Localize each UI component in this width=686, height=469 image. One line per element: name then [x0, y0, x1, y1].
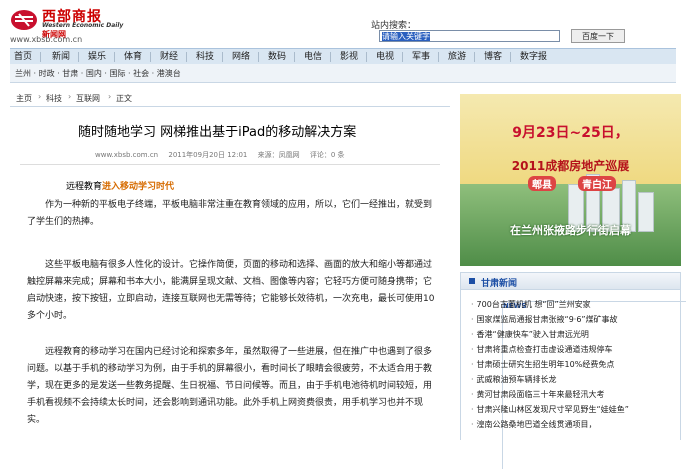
- article-paragraph: 远程教育的移动学习在国内已经讨论和探索多年，虽然取得了一些进展，但在推广中也遇到…: [27, 347, 433, 425]
- news-link[interactable]: 国家煤监局通报甘肃张掖“9·6”煤矿事故: [471, 314, 618, 325]
- news-panel-title[interactable]: 甘肃新闻: [481, 276, 517, 289]
- article-meta: www.xbsb.com.cn 2011年09月20日 12:01 来源：凤凰网…: [95, 150, 353, 160]
- news-link[interactable]: 武威粮油预车辆排长龙: [471, 374, 557, 385]
- square-bullet-icon: [469, 278, 475, 284]
- nav-item-film[interactable]: 影视: [340, 49, 358, 65]
- nav-item-digital[interactable]: 数码: [268, 49, 286, 65]
- search-button[interactable]: 百度一下: [571, 29, 625, 43]
- article-paragraph: 作为一种新的平板电子终端，平板电脑非常注重在教育领域的应用，所以，它们一经推出，…: [27, 200, 433, 227]
- nav-item-internet[interactable]: 网络: [232, 49, 250, 65]
- search-placeholder: 请输入关键字: [382, 32, 430, 41]
- site-url: www.xbsb.com.cn: [10, 35, 83, 44]
- nav-item-tv[interactable]: 电视: [376, 49, 394, 65]
- news-panel-header: 甘肃新闻: [461, 273, 680, 290]
- breadcrumb-separator: ›: [38, 92, 42, 101]
- nav-item-finance[interactable]: 财经: [160, 49, 178, 65]
- nav-item-travel[interactable]: 旅游: [448, 49, 466, 65]
- logo-english-name: Western Economic Daily: [42, 22, 124, 29]
- lead-prefix: 远程教育: [66, 182, 103, 192]
- lead-highlight: 进入移动学习时代: [102, 182, 175, 192]
- news-link[interactable]: 甘肃将重点检查打击虚设通道违规停车: [471, 344, 613, 355]
- real-estate-ad-banner[interactable]: 9月23日~25日， 2011成都房地产巡展 郫县 青白江 在兰州张掖路步行街启…: [460, 94, 681, 266]
- meta-source: 来源：凤凰网: [257, 151, 300, 159]
- ad-tag: 郫县: [528, 176, 556, 191]
- gansu-news-panel: 甘肃新闻 700台古董机机 想“回”兰州安家 国家煤监局通报甘肃张掖“9·6”煤…: [460, 272, 681, 440]
- nav-item-epaper[interactable]: 数字报: [520, 49, 547, 65]
- ad-date: 9月23日~25日，: [512, 125, 629, 141]
- news-link[interactable]: 黄河甘肃段面临三十年来最轻汛大考: [471, 389, 605, 400]
- breadcrumb-home[interactable]: 主页: [16, 93, 32, 104]
- breadcrumb-tech[interactable]: 科技: [46, 93, 62, 104]
- logo-mark-icon: [11, 10, 37, 30]
- main-nav: 首页 新闻 娱乐 体育 财经 科技 网络 数码 电信 影视 电视 军事 旅游 博…: [10, 48, 676, 65]
- site-header: 西部商报 Western Economic Daily 新闻网 NEWS www.…: [0, 0, 686, 469]
- nav-item-military[interactable]: 军事: [412, 49, 430, 65]
- nav-item-blog[interactable]: 博客: [484, 49, 502, 65]
- ad-slogan: 在兰州张掖路步行街启幕: [510, 224, 631, 237]
- search-input[interactable]: 请输入关键字: [379, 30, 560, 42]
- nav-item-tech[interactable]: 科技: [196, 49, 214, 65]
- divider: [20, 164, 440, 165]
- breadcrumb-separator: ›: [68, 92, 72, 101]
- article-title: 随时随地学习 网梯推出基于iPad的移动解决方案: [78, 125, 357, 140]
- news-link[interactable]: 甘肃硕士研究生招生明年10%经费免点: [471, 359, 615, 370]
- meta-time: 2011年09月20日 12:01: [168, 151, 248, 159]
- article-lead: 远程教育进入移动学习时代: [66, 179, 174, 192]
- ad-expo-title: 2011成都房地产巡展: [511, 159, 630, 173]
- article-paragraph: 这些平板电脑有很多人性化的设计。它操作简便，页面的移动和选择、画面的放大和缩小等…: [27, 260, 435, 321]
- news-link[interactable]: 甘肃兴隆山林区发现尺寸罕见野生“娃娃鱼”: [471, 404, 629, 415]
- nav-item-news[interactable]: 新闻: [52, 49, 70, 65]
- nav-item-telecom[interactable]: 电信: [304, 49, 322, 65]
- nav-item-sports[interactable]: 体育: [124, 49, 142, 65]
- nav-item-entertainment[interactable]: 娱乐: [88, 49, 106, 65]
- news-link[interactable]: 香港“健康快车”驶入甘肃远光明: [471, 329, 589, 340]
- meta-comments[interactable]: 评论：0 条: [310, 151, 345, 159]
- sub-nav: 兰州 · 时政 · 甘肃 · 国内 · 国际 · 社会 · 港澳台: [10, 64, 676, 83]
- sub-nav-links[interactable]: 兰州 · 时政 · 甘肃 · 国内 · 国际 · 社会 · 港澳台: [15, 68, 181, 79]
- ad-tag: 青白江: [578, 176, 616, 191]
- breadcrumb-current: 正文: [116, 94, 132, 103]
- news-link[interactable]: 700台古董机机 想“回”兰州安家: [471, 299, 591, 310]
- breadcrumb: 主页 › 科技 › 互联网 › 正文: [10, 90, 450, 107]
- breadcrumb-internet[interactable]: 互联网: [76, 93, 100, 104]
- breadcrumb-separator: ›: [108, 92, 112, 101]
- meta-site[interactable]: www.xbsb.com.cn: [95, 151, 158, 159]
- nav-item-home[interactable]: 首页: [14, 49, 32, 65]
- news-link[interactable]: 湟南公路桑地巴道全线贯通项目，: [471, 419, 597, 430]
